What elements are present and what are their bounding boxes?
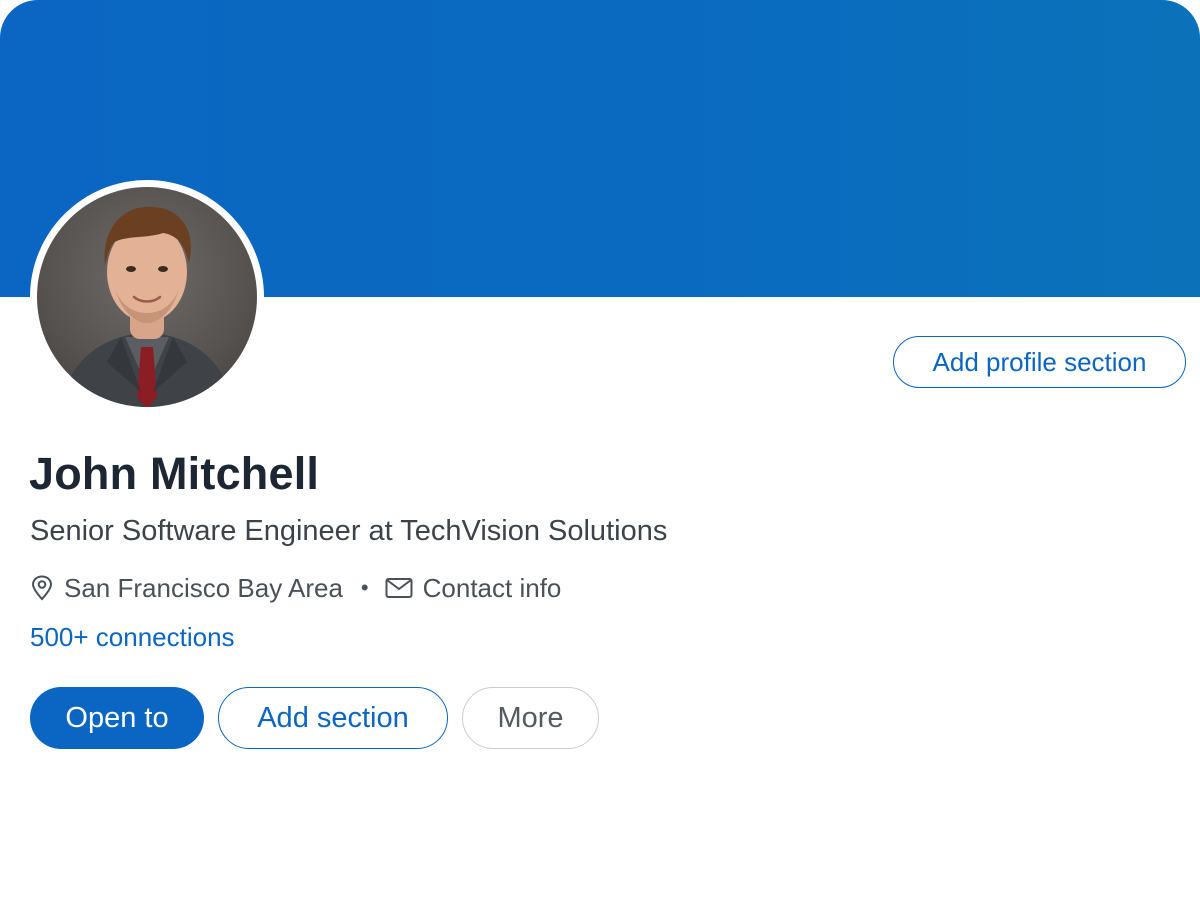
- avatar-portrait-image: [59, 206, 235, 407]
- contact-info-link[interactable]: Contact info: [423, 573, 562, 604]
- profile-headline: Senior Software Engineer at TechVision S…: [30, 515, 668, 547]
- profile-meta-row: San Francisco Bay Area • Contact info: [30, 571, 561, 605]
- profile-name: John Mitchell: [29, 448, 320, 499]
- profile-location: San Francisco Bay Area: [64, 572, 343, 603]
- profile-card: Add profile section John Mitchell Senior…: [0, 0, 1200, 900]
- meta-separator: •: [360, 575, 369, 600]
- open-to-button[interactable]: Open to: [30, 687, 204, 749]
- add-section-button[interactable]: Add section: [218, 687, 448, 749]
- more-button[interactable]: More: [462, 687, 599, 749]
- add-profile-section-button[interactable]: Add profile section: [893, 336, 1186, 388]
- map-pin-icon: [30, 575, 54, 601]
- avatar-ring: [30, 180, 264, 414]
- envelope-icon[interactable]: [385, 577, 413, 599]
- avatar[interactable]: [37, 187, 257, 407]
- connections-link[interactable]: 500+ connections: [30, 622, 235, 653]
